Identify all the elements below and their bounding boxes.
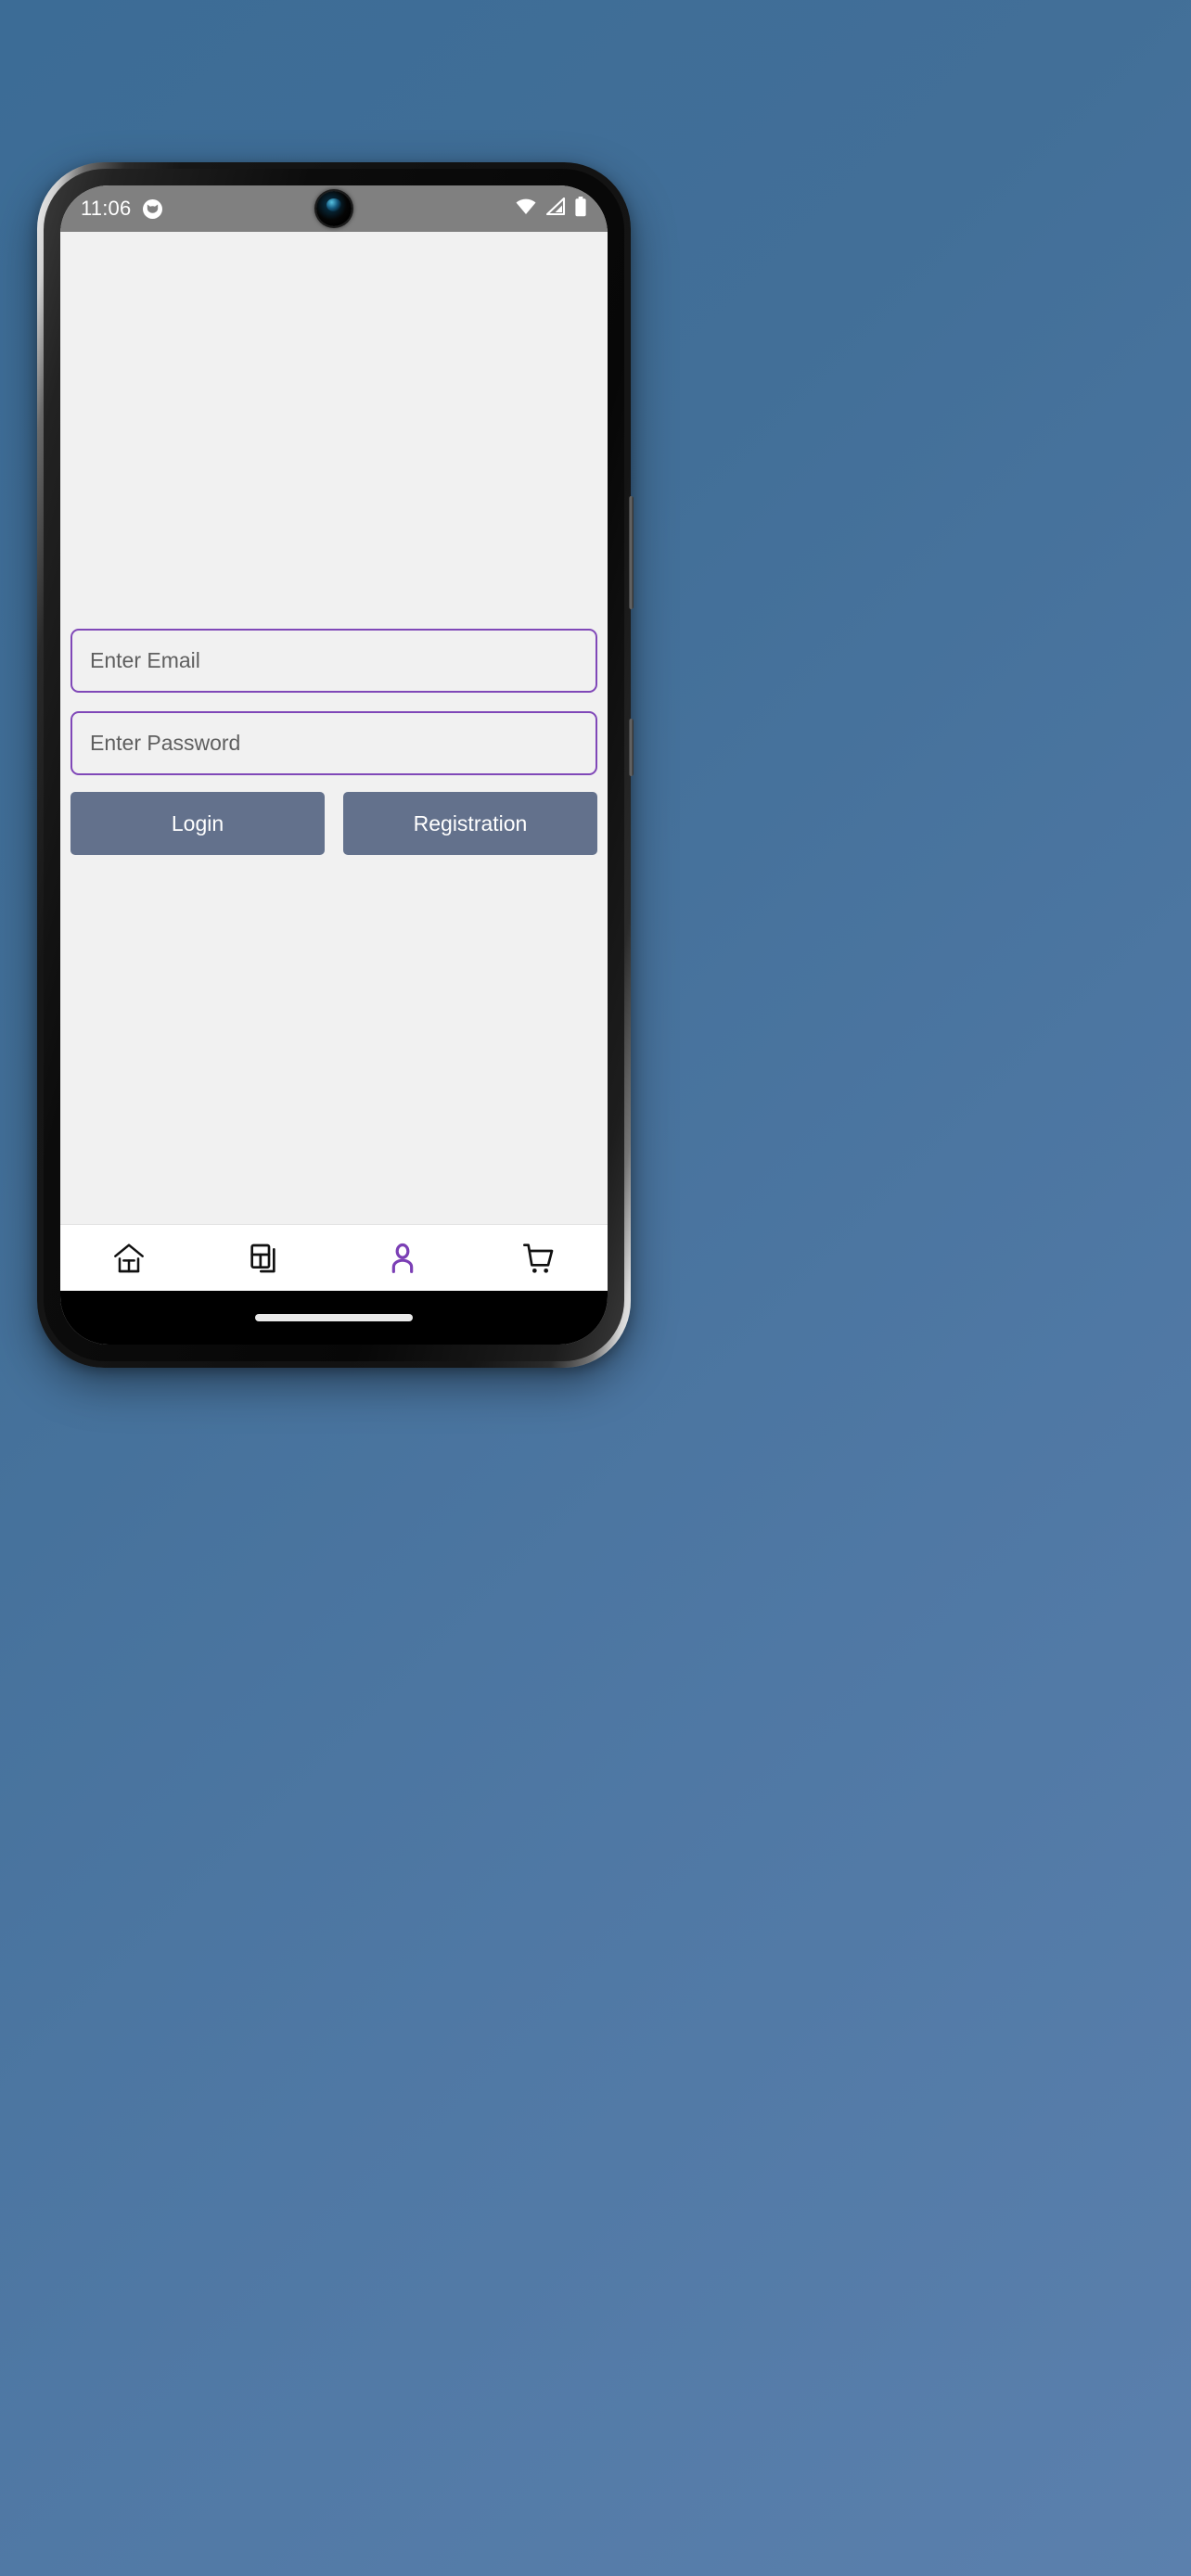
login-button[interactable]: Login bbox=[70, 792, 325, 855]
password-input[interactable] bbox=[70, 711, 597, 775]
nav-item-cart[interactable] bbox=[471, 1225, 608, 1291]
phone-bezel: 11:06 Enter Email Login Registration bbox=[44, 169, 624, 1361]
login-form: Login Registration bbox=[60, 629, 608, 855]
email-input[interactable] bbox=[70, 629, 597, 693]
cat-face-icon bbox=[143, 198, 163, 219]
front-camera-punch-hole bbox=[316, 191, 352, 226]
power-button[interactable] bbox=[629, 496, 634, 609]
nav-item-profile[interactable] bbox=[334, 1225, 471, 1291]
cellular-signal-icon bbox=[545, 197, 566, 220]
bottom-navigation-bar bbox=[60, 1224, 608, 1291]
nav-item-home[interactable] bbox=[60, 1225, 198, 1291]
gesture-pill[interactable] bbox=[255, 1314, 413, 1321]
status-bar: 11:06 bbox=[60, 185, 608, 232]
status-bar-left: 11:06 bbox=[81, 197, 163, 221]
grid-layout-icon bbox=[247, 1240, 284, 1277]
form-button-row: Login Registration bbox=[70, 792, 597, 855]
registration-button[interactable]: Registration bbox=[343, 792, 597, 855]
home-icon bbox=[110, 1240, 147, 1277]
volume-button[interactable] bbox=[629, 719, 634, 776]
system-gesture-bar bbox=[60, 1291, 608, 1345]
person-icon bbox=[384, 1240, 421, 1277]
nav-item-catalog[interactable] bbox=[198, 1225, 335, 1291]
wifi-icon bbox=[515, 198, 537, 220]
app-content: Login Registration bbox=[60, 232, 608, 1291]
status-clock: 11:06 bbox=[81, 197, 132, 220]
battery-icon bbox=[574, 196, 587, 222]
phone-screen: 11:06 Enter Email Login Registration bbox=[60, 185, 608, 1345]
phone-device: 11:06 Enter Email Login Registration bbox=[37, 162, 634, 1368]
status-bar-right bbox=[515, 196, 587, 222]
shopping-cart-icon bbox=[520, 1240, 557, 1277]
